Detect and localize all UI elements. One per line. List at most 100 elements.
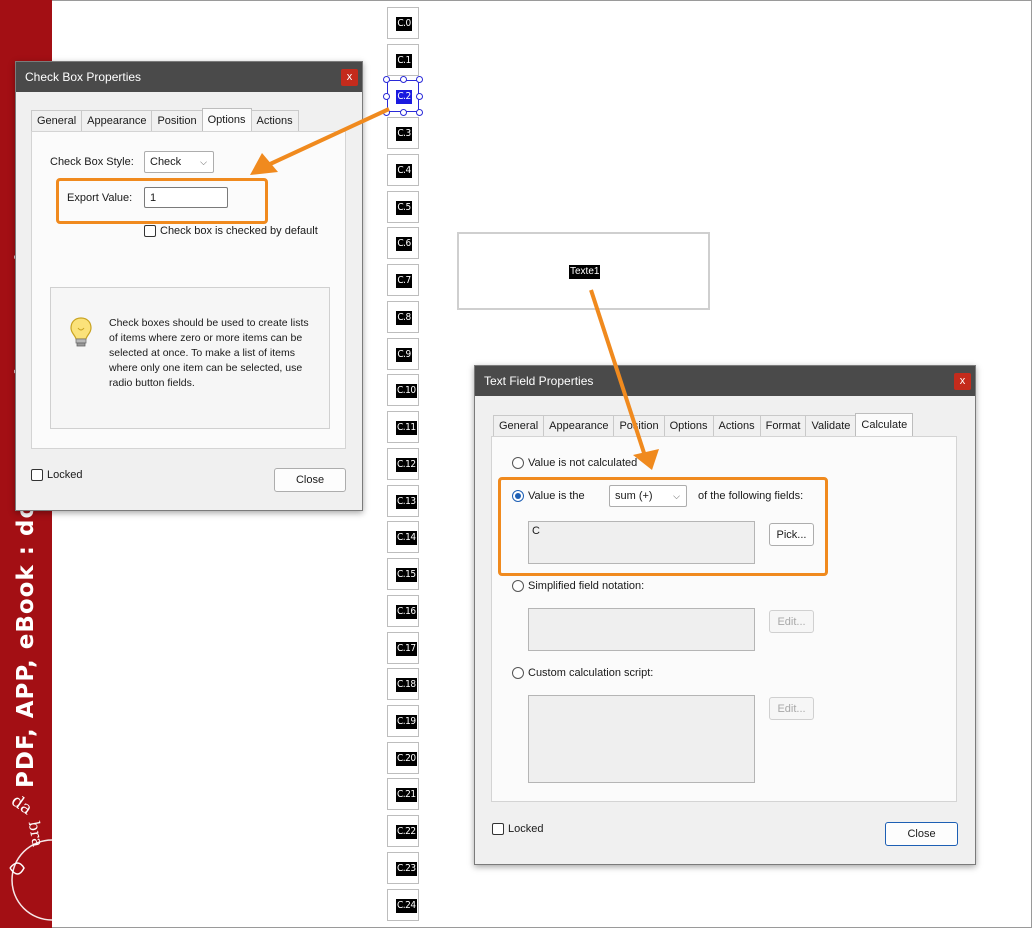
checkbox-field[interactable]: C.13 [387, 485, 419, 517]
checkbox-field-label: C.7 [396, 274, 412, 288]
simplified-notation-radio[interactable] [512, 580, 524, 592]
checkbox-field-label: C.6 [396, 237, 412, 251]
text-field-label: Texte1 [569, 265, 601, 279]
checkbox-field-label: C.10 [396, 384, 417, 398]
checkbox-field-label: C.24 [396, 899, 417, 913]
checkbox-field[interactable]: C.3 [387, 117, 419, 149]
close-button[interactable]: Close [274, 468, 346, 492]
checkbox-field-label: C.16 [396, 605, 417, 619]
checkbox-field[interactable]: C.1 [387, 44, 419, 76]
checkbox-properties-dialog: Check Box Properties x General Appearance… [15, 61, 363, 511]
checkbox-field[interactable]: C.24 [387, 889, 419, 921]
locked-checkbox[interactable] [31, 469, 43, 481]
chevron-down-icon: ⌵ [200, 157, 207, 167]
svg-text:bra: bra [25, 820, 47, 849]
checkbox-field[interactable]: C.23 [387, 852, 419, 884]
close-button[interactable]: Close [885, 822, 958, 846]
default-checked-checkbox[interactable] [144, 225, 156, 237]
tab-general[interactable]: General [493, 415, 545, 436]
resize-handle[interactable] [416, 93, 423, 100]
tab-format[interactable]: Format [759, 415, 807, 436]
textfield-dialog-tabs: General Appearance Position Options Actions F… [493, 413, 914, 436]
tab-options[interactable]: Options [663, 415, 714, 436]
checkbox-dialog-close-icon[interactable]: x [341, 69, 358, 86]
checkbox-field[interactable]: C.22 [387, 815, 419, 847]
tab-appearance[interactable]: Appearance [81, 110, 153, 131]
locked-label: Locked [47, 469, 83, 481]
tab-actions[interactable]: Actions [712, 415, 761, 436]
textfield-dialog-close-icon[interactable]: x [954, 373, 971, 390]
checkbox-field-label: C.12 [396, 458, 417, 472]
edit-custom-button[interactable]: Edit... [769, 697, 814, 720]
not-calculated-radio[interactable] [512, 457, 524, 469]
simplified-notation-label: Simplified field notation: [528, 580, 645, 592]
checkbox-field-label: C.15 [396, 568, 417, 582]
checkbox-field[interactable]: C.20 [387, 742, 419, 774]
checkbox-field-label: C.2 [396, 90, 412, 104]
checkbox-field[interactable]: C.12 [387, 448, 419, 480]
default-checked-label: Check box is checked by default [160, 225, 318, 237]
checkbox-field-label: C.11 [396, 421, 417, 435]
custom-script-box[interactable] [528, 695, 755, 783]
checkbox-field[interactable]: C.5 [387, 191, 419, 223]
simplified-notation-box[interactable] [528, 608, 755, 651]
custom-script-label: Custom calculation script: [528, 667, 654, 679]
text-field-texte1[interactable]: Texte1 [457, 232, 710, 310]
checkbox-field-label: C.5 [396, 201, 412, 215]
checkbox-field[interactable]: C.15 [387, 558, 419, 590]
checkbox-field[interactable]: C.9 [387, 338, 419, 370]
checkbox-field[interactable]: C.2 [383, 76, 423, 116]
checkbox-field-label: C.22 [396, 825, 417, 839]
brand-logo: da bra [7, 791, 52, 921]
tab-actions[interactable]: Actions [250, 110, 299, 131]
tab-general[interactable]: General [31, 110, 83, 131]
checkbox-field-label: C.14 [396, 531, 417, 545]
style-label: Check Box Style: [50, 156, 134, 168]
checkbox-field[interactable]: C.0 [387, 7, 419, 39]
resize-handle[interactable] [400, 76, 407, 83]
checkbox-field[interactable]: C.19 [387, 705, 419, 737]
textfield-dialog-titlebar[interactable]: Text Field Properties x [475, 366, 975, 396]
checkbox-field-label: C.4 [396, 164, 412, 178]
resize-handle[interactable] [416, 76, 423, 83]
checkbox-field[interactable]: C.6 [387, 227, 419, 259]
locked-checkbox[interactable] [492, 823, 504, 835]
checkbox-field-label: C.1 [396, 54, 412, 68]
textfield-properties-dialog: Text Field Properties x General Appearanc… [474, 365, 976, 865]
checkbox-field[interactable]: C.14 [387, 521, 419, 553]
checkbox-dialog-title: Check Box Properties [25, 70, 142, 84]
tab-options[interactable]: Options [201, 108, 252, 131]
lightbulb-icon [70, 317, 92, 347]
checkbox-field-label: C.17 [396, 642, 417, 656]
checkbox-dialog-titlebar[interactable]: Check Box Properties x [16, 62, 362, 92]
checkbox-field[interactable]: C.10 [387, 374, 419, 406]
checkbox-field-label: C.3 [396, 127, 412, 141]
tab-validate[interactable]: Validate [805, 415, 857, 436]
checkbox-field[interactable]: C.18 [387, 668, 419, 700]
checkbox-field-label: C.8 [396, 311, 412, 325]
locked-label: Locked [508, 823, 544, 835]
not-calculated-label: Value is not calculated [528, 457, 638, 469]
tab-position[interactable]: Position [151, 110, 203, 131]
checkbox-field[interactable]: C.17 [387, 632, 419, 664]
resize-handle[interactable] [383, 93, 390, 100]
checkbox-field[interactable]: C.7 [387, 264, 419, 296]
resize-handle[interactable] [400, 109, 407, 116]
info-box: Check boxes should be used to create lis… [50, 287, 330, 429]
tab-calculate[interactable]: Calculate [855, 413, 914, 436]
checkbox-field[interactable]: C.16 [387, 595, 419, 627]
checkbox-field-label: C.13 [396, 495, 417, 509]
checkbox-field[interactable]: C.4 [387, 154, 419, 186]
tab-appearance[interactable]: Appearance [543, 415, 615, 436]
custom-script-radio[interactable] [512, 667, 524, 679]
svg-text:da: da [7, 791, 36, 819]
checkbox-field[interactable]: C.11 [387, 411, 419, 443]
resize-handle[interactable] [416, 109, 423, 116]
resize-handle[interactable] [383, 76, 390, 83]
edit-simplified-button[interactable]: Edit... [769, 610, 814, 633]
checkbox-field[interactable]: C.21 [387, 778, 419, 810]
checkbox-field[interactable]: C.8 [387, 301, 419, 333]
style-select[interactable]: Check ⌵ [144, 151, 214, 173]
resize-handle[interactable] [383, 109, 390, 116]
tab-position[interactable]: Position [613, 415, 665, 436]
